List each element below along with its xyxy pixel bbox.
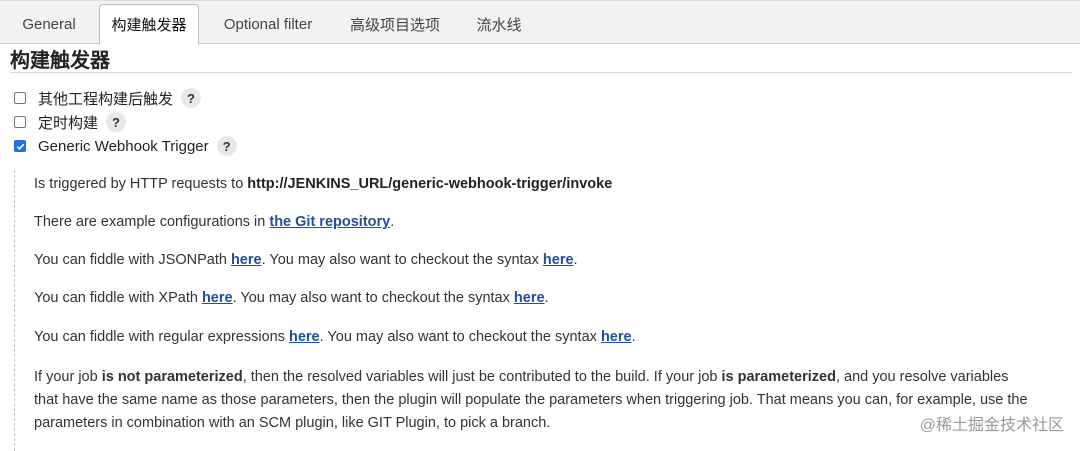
scheduled-build-checkbox[interactable] xyxy=(14,116,26,128)
desc-text: . xyxy=(631,329,636,345)
desc-text: . xyxy=(544,290,549,306)
invoke-url: http://JENKINS_URL/generic-webhook-trigg… xyxy=(247,176,613,192)
regex-fiddle-link[interactable]: here xyxy=(289,329,320,345)
desc-text: You can fiddle with XPath xyxy=(34,290,202,306)
tab-general[interactable]: General xyxy=(0,5,98,44)
desc-text: . xyxy=(390,214,395,230)
option-trigger-after-other-projects: 其他工程构建后触发 ? xyxy=(14,88,202,108)
trigger-after-other-projects-checkbox[interactable] xyxy=(14,92,26,104)
tab-build-triggers[interactable]: 构建触发器 xyxy=(99,4,199,45)
option-scheduled-build: 定时构建 ? xyxy=(14,112,127,132)
jsonpath-fiddle-link[interactable]: here xyxy=(231,252,262,268)
desc-text: . You may also want to checkout the synt… xyxy=(261,252,543,268)
desc-bold: is not parameterized xyxy=(101,369,243,385)
desc-text: There are example configurations in xyxy=(34,214,270,230)
desc-bold: is parameterized xyxy=(721,369,836,385)
desc-text: . xyxy=(573,252,578,268)
git-repository-link[interactable]: the Git repository xyxy=(269,214,390,230)
desc-regex: You can fiddle with regular expressions … xyxy=(34,329,636,345)
tab-bar: General 构建触发器 Optional filter 高级项目选项 流水线 xyxy=(0,0,1080,45)
desc-parameterization: If your job is not parameterized, then t… xyxy=(34,366,1034,435)
help-icon[interactable]: ? xyxy=(181,88,202,108)
xpath-fiddle-link[interactable]: here xyxy=(202,290,233,306)
desc-example-configs: There are example configurations in the … xyxy=(34,214,394,230)
desc-jsonpath: You can fiddle with JSONPath here. You m… xyxy=(34,252,578,268)
regex-syntax-link[interactable]: here xyxy=(601,329,632,345)
option-label: Generic Webhook Trigger xyxy=(38,137,209,155)
desc-text: You can fiddle with JSONPath xyxy=(34,252,231,268)
help-icon[interactable]: ? xyxy=(106,112,127,132)
xpath-syntax-link[interactable]: here xyxy=(514,290,545,306)
desc-text: Is triggered by HTTP requests to xyxy=(34,176,248,192)
tab-optional-filter[interactable]: Optional filter xyxy=(205,5,331,44)
option-label: 定时构建 xyxy=(38,114,99,132)
option-label: 其他工程构建后触发 xyxy=(38,90,174,108)
desc-invoke-url: Is triggered by HTTP requests to http://… xyxy=(34,176,612,192)
jsonpath-syntax-link[interactable]: here xyxy=(543,252,574,268)
option-generic-webhook-trigger: Generic Webhook Trigger ? xyxy=(14,136,237,156)
help-icon[interactable]: ? xyxy=(216,136,237,156)
tab-advanced-project-options[interactable]: 高级项目选项 xyxy=(335,5,455,44)
tab-pipeline[interactable]: 流水线 xyxy=(460,5,538,44)
section-title: 构建触发器 xyxy=(10,50,110,72)
watermark: @稀土掘金技术社区 xyxy=(919,417,1064,434)
generic-webhook-trigger-checkbox[interactable] xyxy=(14,140,26,152)
desc-text: , then the resolved variables will just … xyxy=(242,369,722,385)
desc-text: . You may also want to checkout the synt… xyxy=(232,290,514,306)
desc-text: If your job xyxy=(34,369,102,385)
desc-text: You can fiddle with regular expressions xyxy=(34,329,289,345)
section-divider xyxy=(10,72,1072,73)
desc-xpath: You can fiddle with XPath here. You may … xyxy=(34,290,549,306)
desc-text: . You may also want to checkout the synt… xyxy=(319,329,601,345)
